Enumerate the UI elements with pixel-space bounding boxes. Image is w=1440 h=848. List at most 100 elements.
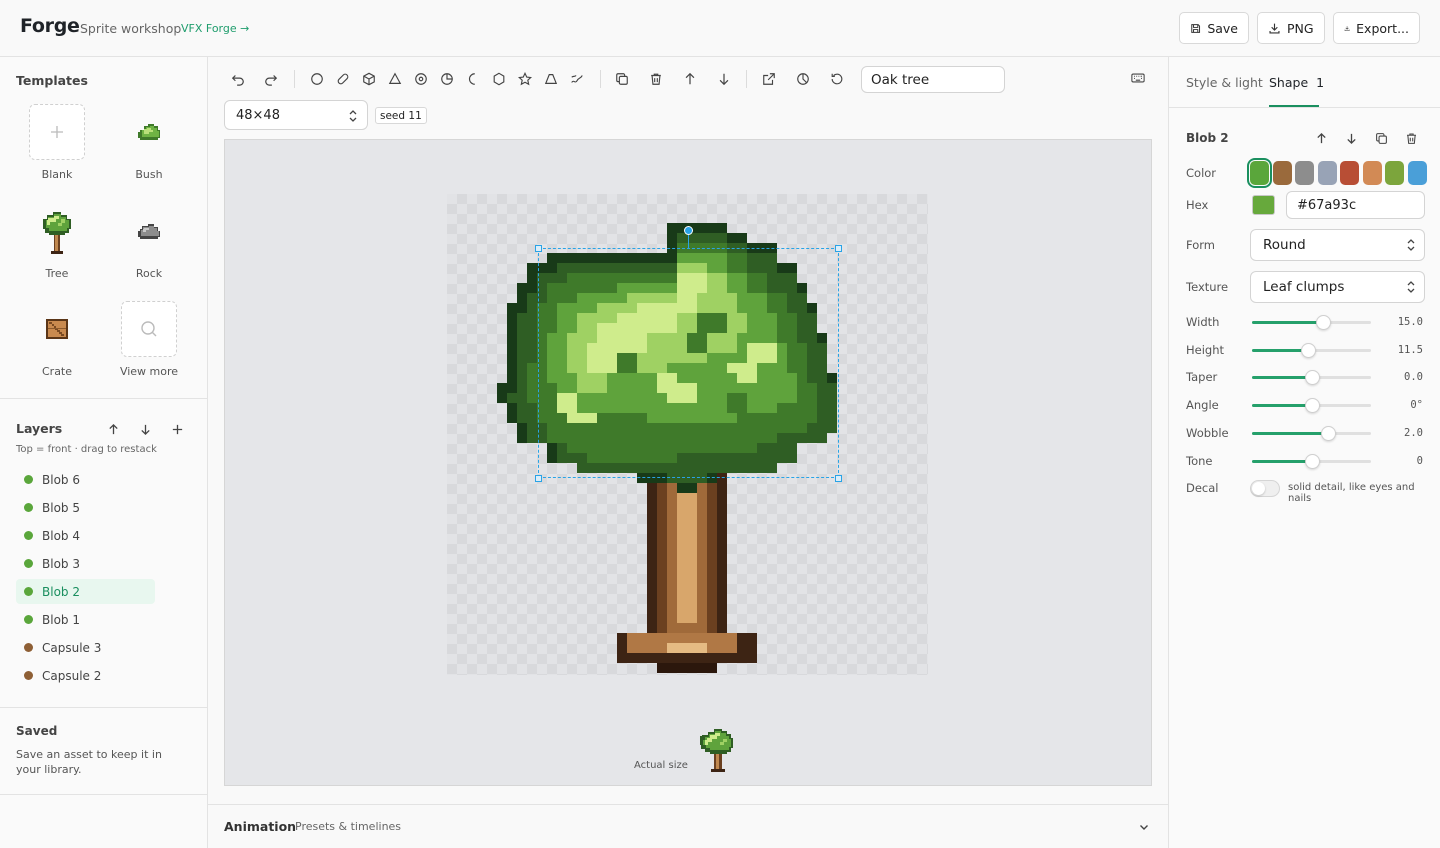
layer-move-up-button[interactable] bbox=[103, 419, 123, 439]
tab-shape[interactable]: Shape 1 bbox=[1269, 75, 1324, 90]
color-swatch[interactable] bbox=[1272, 161, 1292, 185]
layer-item[interactable]: Blob 5 bbox=[16, 495, 155, 520]
rotate-handle[interactable] bbox=[684, 226, 693, 235]
keyboard-shortcuts-button[interactable] bbox=[1128, 68, 1148, 88]
add-circle-tool[interactable] bbox=[307, 69, 327, 89]
selection-box[interactable] bbox=[538, 248, 839, 478]
template-tree[interactable]: Tree bbox=[17, 203, 97, 280]
light-button[interactable] bbox=[793, 69, 813, 89]
redo-button[interactable] bbox=[261, 69, 281, 89]
color-swatch[interactable] bbox=[1385, 161, 1404, 185]
form-select[interactable]: Round bbox=[1250, 229, 1425, 261]
seed-badge[interactable]: seed 11 bbox=[375, 107, 427, 124]
slider-track[interactable] bbox=[1252, 370, 1371, 386]
color-swatch[interactable] bbox=[1295, 161, 1314, 185]
slider-knob[interactable] bbox=[1304, 453, 1320, 469]
export-button[interactable]: Export... bbox=[1333, 12, 1420, 44]
color-swatch[interactable] bbox=[1340, 161, 1359, 185]
canvas-size-select[interactable]: 48×48 bbox=[224, 100, 368, 130]
slider-track[interactable] bbox=[1252, 398, 1371, 414]
reset-icon bbox=[831, 73, 843, 85]
png-button[interactable]: PNG bbox=[1257, 12, 1325, 44]
add-squiggle-tool[interactable] bbox=[567, 69, 587, 89]
add-hexagon-tool[interactable] bbox=[489, 69, 509, 89]
animation-bar[interactable]: Animation Presets & timelines bbox=[208, 804, 1168, 848]
layer-color-dot bbox=[24, 615, 33, 624]
layer-move-down-button[interactable] bbox=[135, 419, 155, 439]
color-swatch[interactable] bbox=[1247, 158, 1272, 188]
save-button[interactable]: Save bbox=[1179, 12, 1249, 44]
layer-name: Blob 1 bbox=[42, 612, 80, 627]
texture-select[interactable]: Leaf clumps bbox=[1250, 271, 1425, 303]
add-capsule-tool[interactable] bbox=[333, 69, 353, 89]
delete-button[interactable] bbox=[646, 69, 666, 89]
layer-item[interactable]: Blob 6 bbox=[16, 467, 155, 492]
layer-item[interactable]: Blob 2 bbox=[16, 579, 155, 604]
tree-sprite-actual-size bbox=[700, 729, 733, 772]
slider-fill bbox=[1252, 431, 1329, 435]
slider-knob[interactable] bbox=[1321, 425, 1337, 441]
add-star-tool[interactable] bbox=[515, 69, 535, 89]
resize-handle[interactable] bbox=[535, 475, 542, 482]
add-crescent-tool[interactable] bbox=[463, 69, 483, 89]
app-subtitle: Sprite workshop bbox=[80, 21, 182, 36]
resize-handle[interactable] bbox=[535, 245, 542, 252]
slider-knob[interactable] bbox=[1304, 370, 1320, 386]
hex-input[interactable] bbox=[1286, 191, 1425, 219]
color-swatch[interactable] bbox=[1407, 161, 1427, 185]
template-rock[interactable]: Rock bbox=[109, 203, 189, 280]
add-layer-button[interactable] bbox=[167, 419, 187, 439]
layer-name: Blob 2 bbox=[42, 584, 80, 599]
undo-button[interactable] bbox=[228, 69, 248, 89]
slider-fill bbox=[1252, 348, 1308, 352]
shape-move-down-button[interactable] bbox=[1341, 128, 1361, 148]
template-bush[interactable]: Bush bbox=[109, 104, 189, 181]
decal-toggle[interactable] bbox=[1250, 480, 1280, 497]
resize-handle[interactable] bbox=[835, 475, 842, 482]
color-swatch[interactable] bbox=[1317, 161, 1337, 185]
saved-title: Saved bbox=[16, 724, 58, 738]
shape-delete-button[interactable] bbox=[1401, 128, 1421, 148]
tab-style-light[interactable]: Style & light bbox=[1186, 75, 1263, 90]
trapezoid-icon bbox=[544, 74, 558, 84]
resize-handle[interactable] bbox=[835, 245, 842, 252]
sprite-canvas[interactable]: Actual size bbox=[224, 139, 1152, 786]
layer-name: Blob 5 bbox=[42, 500, 80, 515]
vfx-forge-link[interactable]: VFX Forge → bbox=[181, 22, 249, 35]
slider-knob[interactable] bbox=[1304, 398, 1320, 414]
add-trapezoid-tool[interactable] bbox=[541, 69, 561, 89]
decal-hint: solid detail, like eyes and nails bbox=[1288, 482, 1415, 504]
slider-knob[interactable] bbox=[1316, 315, 1332, 330]
shape-duplicate-button[interactable] bbox=[1371, 128, 1391, 148]
template-blank[interactable]: Blank bbox=[17, 104, 97, 181]
add-ring-tool[interactable] bbox=[411, 69, 431, 89]
slider-track[interactable] bbox=[1252, 315, 1371, 330]
add-box-tool[interactable] bbox=[359, 69, 379, 89]
slider-fill bbox=[1252, 376, 1312, 380]
hex-color-preview[interactable] bbox=[1252, 195, 1275, 215]
template-crate[interactable]: Crate bbox=[17, 301, 97, 378]
layer-item[interactable]: Blob 4 bbox=[16, 523, 155, 548]
ring-icon bbox=[415, 73, 427, 85]
chevron-up-down-icon bbox=[1407, 281, 1415, 293]
reset-button[interactable] bbox=[827, 69, 847, 89]
shape-move-up-button[interactable] bbox=[1311, 128, 1331, 148]
bring-forward-button[interactable] bbox=[680, 69, 700, 89]
add-pie-tool[interactable] bbox=[437, 69, 457, 89]
duplicate-button[interactable] bbox=[612, 69, 632, 89]
slider-knob[interactable] bbox=[1300, 342, 1316, 358]
layers-title: Layers bbox=[16, 421, 63, 436]
add-cone-tool[interactable] bbox=[385, 69, 405, 89]
asset-name-input[interactable] bbox=[861, 66, 1005, 93]
template-view-more[interactable]: View more bbox=[109, 301, 189, 378]
flip-button[interactable] bbox=[759, 69, 779, 89]
send-backward-button[interactable] bbox=[714, 69, 734, 89]
slider-track[interactable] bbox=[1252, 453, 1371, 469]
layer-item[interactable]: Capsule 2 bbox=[16, 663, 155, 688]
color-swatch[interactable] bbox=[1362, 161, 1382, 185]
slider-track[interactable] bbox=[1252, 425, 1371, 441]
layer-item[interactable]: Blob 1 bbox=[16, 607, 155, 632]
layer-item[interactable]: Capsule 3 bbox=[16, 635, 155, 660]
layer-item[interactable]: Blob 3 bbox=[16, 551, 155, 576]
slider-track[interactable] bbox=[1252, 342, 1371, 358]
